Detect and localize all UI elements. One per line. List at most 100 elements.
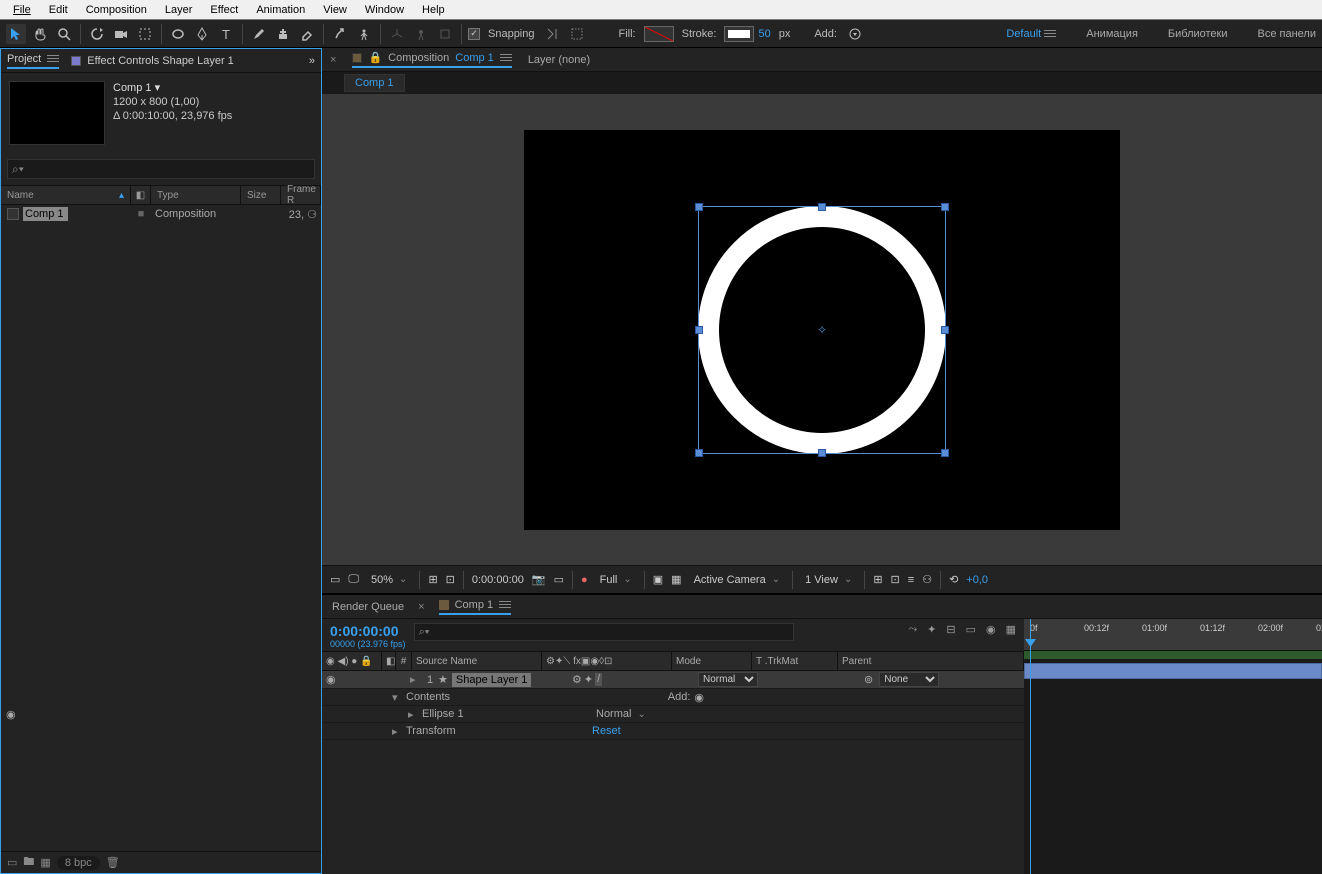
- close-tab-icon[interactable]: ×: [418, 601, 424, 613]
- panel-expand-icon[interactable]: »: [309, 55, 315, 67]
- blend-mode-dropdown[interactable]: Normal: [698, 672, 758, 687]
- add-shape-button[interactable]: [845, 24, 865, 44]
- new-comp-icon[interactable]: ▦: [40, 856, 50, 869]
- fill-swatch[interactable]: [644, 26, 674, 42]
- snapshot-icon[interactable]: 📷: [532, 573, 546, 586]
- timeline-icon[interactable]: ≡: [908, 574, 914, 586]
- snap-edge-icon[interactable]: [543, 24, 563, 44]
- menu-animation[interactable]: Animation: [247, 2, 314, 18]
- snap-inside-icon[interactable]: [567, 24, 587, 44]
- playhead[interactable]: [1030, 619, 1031, 874]
- menu-help[interactable]: Help: [413, 2, 454, 18]
- visibility-toggle[interactable]: ◉: [326, 674, 336, 686]
- orbit-tool[interactable]: [87, 24, 107, 44]
- ellipse-mode-dropdown[interactable]: Normal: [592, 708, 650, 720]
- time-ruler[interactable]: 0f 00:12f 01:00f 01:12f 02:00f 02:12f 03…: [1024, 619, 1322, 651]
- layer-tab[interactable]: Layer (none): [528, 54, 590, 66]
- menu-layer[interactable]: Layer: [156, 2, 202, 18]
- visibility-toggle[interactable]: ◉: [6, 708, 16, 721]
- pan-behind-tool[interactable]: [135, 24, 155, 44]
- hide-shy-icon[interactable]: ⊟: [946, 623, 955, 636]
- workspace-all-panels[interactable]: Все панели: [1258, 28, 1316, 40]
- flowchart-icon[interactable]: ⚆: [307, 209, 317, 221]
- comp-mini-flowchart-icon[interactable]: ⤳: [908, 623, 917, 636]
- menu-window[interactable]: Window: [356, 2, 413, 18]
- resize-handle[interactable]: [818, 203, 826, 211]
- resolution-dropdown[interactable]: Full: [596, 574, 636, 586]
- stroke-swatch[interactable]: [724, 26, 754, 42]
- roto-brush-tool[interactable]: [330, 24, 350, 44]
- resize-handle[interactable]: [695, 326, 703, 334]
- timeline-tracks[interactable]: 0f 00:12f 01:00f 01:12f 02:00f 02:12f 03…: [1024, 619, 1322, 874]
- puppet-tool[interactable]: [354, 24, 374, 44]
- project-search[interactable]: ⌕▾: [7, 159, 315, 179]
- transparency-grid-icon[interactable]: ▦: [671, 573, 681, 586]
- composition-canvas[interactable]: ✧: [524, 130, 1120, 530]
- reset-transform-link[interactable]: Reset: [592, 725, 621, 737]
- menu-composition[interactable]: Composition: [77, 2, 156, 18]
- resize-handle[interactable]: [818, 449, 826, 457]
- effect-controls-tab[interactable]: Effect Controls Shape Layer 1: [71, 55, 234, 67]
- eraser-tool[interactable]: [297, 24, 317, 44]
- workspace-default[interactable]: Default: [1006, 28, 1056, 40]
- magnification-icon[interactable]: 🖵: [348, 573, 359, 586]
- layer-duration-bar[interactable]: [1024, 663, 1322, 679]
- anchor-point-icon[interactable]: ✧: [817, 323, 827, 337]
- menu-effect[interactable]: Effect: [201, 2, 247, 18]
- snapping-checkbox[interactable]: ✓: [468, 28, 480, 40]
- ellipse-row[interactable]: ◉ ▸Ellipse 1 Normal: [322, 706, 1024, 723]
- grid-icon[interactable]: ⊞: [428, 573, 437, 586]
- parent-dropdown[interactable]: None: [879, 672, 939, 687]
- frame-blend-icon[interactable]: ▭: [966, 623, 976, 636]
- project-tab[interactable]: Project: [7, 53, 59, 69]
- rectangle-tool[interactable]: [168, 24, 188, 44]
- work-area-bar[interactable]: [1024, 651, 1322, 659]
- exposure-value[interactable]: +0,0: [966, 574, 988, 586]
- pixel-aspect-icon[interactable]: ⊞: [873, 573, 882, 586]
- zoom-dropdown[interactable]: 50%: [367, 574, 411, 586]
- interpret-footage-icon[interactable]: ▭: [7, 856, 17, 869]
- type-tool[interactable]: T: [216, 24, 236, 44]
- channel-icon[interactable]: ●: [581, 574, 588, 586]
- world-axis-tool[interactable]: [411, 24, 431, 44]
- label-column-icon[interactable]: ◧: [131, 186, 151, 204]
- show-snapshot-icon[interactable]: ▭: [554, 573, 564, 586]
- breadcrumb-comp1[interactable]: Comp 1: [344, 74, 405, 92]
- draft-3d-icon[interactable]: ✦: [927, 623, 936, 636]
- motion-blur-icon[interactable]: ◉: [986, 623, 996, 636]
- layer-row-shape-layer-1[interactable]: ◉ ▸ 1 ★Shape Layer 1 ⚙✦/ Normal ⊚None: [322, 671, 1024, 689]
- current-time-display[interactable]: 0:00:00:00: [472, 574, 524, 586]
- resize-handle[interactable]: [941, 449, 949, 457]
- local-axis-tool[interactable]: [387, 24, 407, 44]
- workspace-libraries[interactable]: Библиотеки: [1168, 28, 1228, 40]
- add-content-button[interactable]: ◉: [694, 691, 704, 704]
- selection-tool[interactable]: [6, 24, 26, 44]
- new-folder-icon[interactable]: 🖿: [23, 853, 34, 872]
- view-layout-dropdown[interactable]: 1 View: [801, 574, 856, 586]
- view-axis-tool[interactable]: [435, 24, 455, 44]
- hand-tool[interactable]: [30, 24, 50, 44]
- always-preview-icon[interactable]: ▭: [330, 573, 340, 586]
- camera-dropdown[interactable]: Active Camera: [690, 574, 785, 586]
- bpc-toggle[interactable]: 8 bpc: [57, 856, 100, 870]
- menu-view[interactable]: View: [314, 2, 356, 18]
- timeline-comp-tab[interactable]: Comp 1: [439, 599, 512, 615]
- pickwhip-icon[interactable]: ⊚: [864, 673, 873, 686]
- brush-tool[interactable]: [249, 24, 269, 44]
- canvas-area[interactable]: ✧: [322, 94, 1322, 565]
- comp-thumbnail[interactable]: [9, 81, 105, 145]
- menu-file[interactable]: File: [4, 2, 40, 18]
- transform-row[interactable]: ▸Transform Reset: [322, 723, 1024, 740]
- resize-handle[interactable]: [941, 326, 949, 334]
- menu-edit[interactable]: Edit: [40, 2, 77, 18]
- clone-stamp-tool[interactable]: [273, 24, 293, 44]
- stroke-width-value[interactable]: 50: [758, 28, 770, 40]
- roi-icon[interactable]: ▣: [653, 573, 663, 586]
- close-tab-icon[interactable]: ×: [330, 54, 336, 66]
- zoom-tool[interactable]: [54, 24, 74, 44]
- delete-icon[interactable]: 🗑: [106, 856, 120, 869]
- pen-tool[interactable]: [192, 24, 212, 44]
- composition-tab[interactable]: 🔒Composition Comp 1: [352, 51, 511, 68]
- resize-handle[interactable]: [695, 203, 703, 211]
- workspace-animation[interactable]: Анимация: [1086, 28, 1138, 40]
